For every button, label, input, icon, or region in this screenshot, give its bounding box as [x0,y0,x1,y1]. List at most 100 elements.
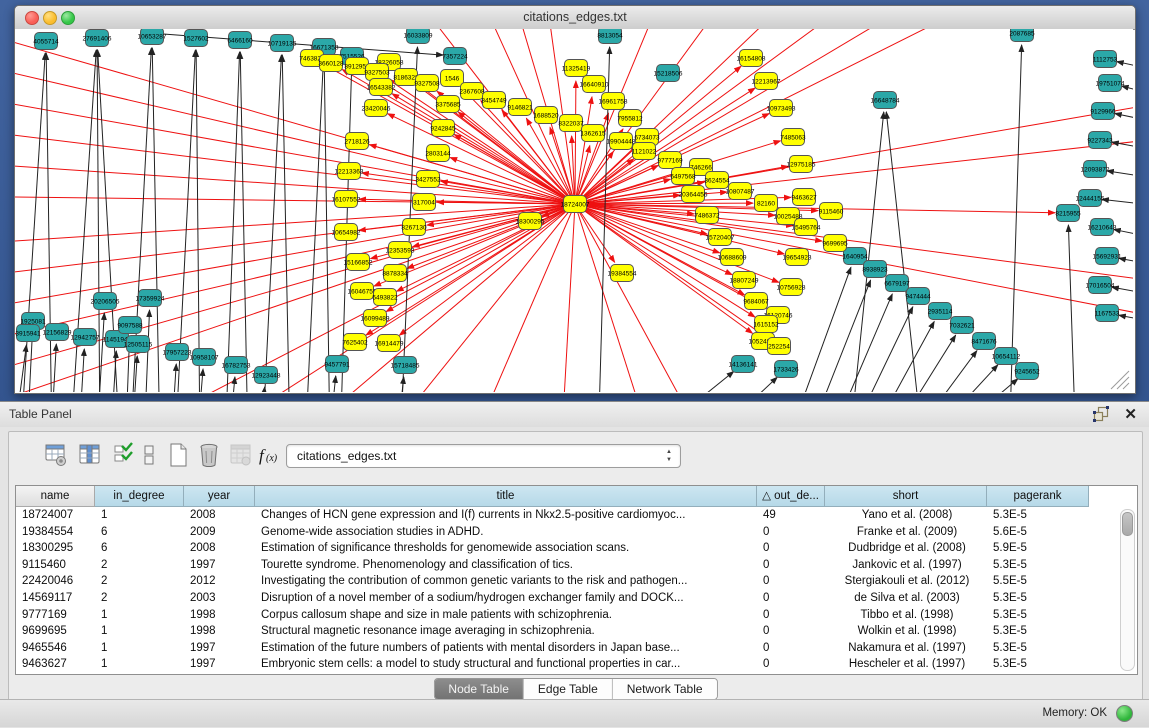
table-row[interactable]: 946362711997Embryonic stem cells: a mode… [16,656,1137,673]
float-panel-button[interactable] [1093,406,1109,422]
table-cell: Franke et al. (2009) [825,524,987,541]
rows-icon [142,442,156,468]
function-builder-button[interactable]: f (x) [257,442,283,468]
graph-node-label: 16782753 [222,362,251,369]
table-row[interactable]: 1872400712008Changes of HCN gene express… [16,507,1137,524]
table-columns-icon [78,442,102,468]
delete-table-disabled-icon [229,442,253,468]
table-row[interactable]: 977716911998Corpus callosum shape and si… [16,607,1137,624]
graph-node-label: 1733426 [773,366,799,373]
table-cell: 0 [757,640,825,657]
table-cell: Investigating the contribution of common… [255,573,757,590]
graph-node-label: 8215955 [1055,210,1081,217]
graph-node-label: 2803144 [425,150,451,157]
table-gear-icon [44,442,68,468]
table-mode-button[interactable] [44,442,68,468]
graph-node-label: 15718485 [391,362,420,369]
graph-node-label: 1688520 [533,112,559,119]
column-header-out_de[interactable]: △ out_de... [757,486,825,507]
graph-node-label: 1615152 [753,321,779,328]
column-header-pagerank[interactable]: pagerank [987,486,1089,507]
table-cell: Disruption of a novel member of a sodium… [255,590,757,607]
graph-node-label: 4055714 [33,38,59,45]
graph-node-label: 7485063 [780,134,806,141]
network-window[interactable]: citations_edges.txt 40557142769140610653… [14,5,1136,394]
network-canvas[interactable]: 4055714276914061065328715276026466160107… [15,29,1133,392]
graph-node-label: 7357224 [442,53,468,60]
table-cell: 19384554 [16,524,95,541]
table-row[interactable]: 1456911722003Disruption of a novel membe… [16,590,1137,607]
table-cell: 6 [95,524,184,541]
table-cell: 0 [757,590,825,607]
graph-node-label: 9097588 [117,322,143,329]
show-columns-button[interactable] [78,442,102,468]
graph-node-label: 16640910 [580,81,609,88]
column-header-short[interactable]: short [825,486,987,507]
tab-network-table[interactable]: Network Table [613,679,717,699]
table-cell: 2008 [184,507,255,524]
row-checklist-button[interactable] [112,442,136,468]
table-cell: 2012 [184,573,255,590]
window-titlebar[interactable]: citations_edges.txt [15,6,1135,30]
column-header-in_degree[interactable]: in_degree [95,486,184,507]
table-cell: de Silva et al. (2003) [825,590,987,607]
table-cell: 5.3E-5 [987,656,1089,673]
column-header-name[interactable]: name [16,486,95,507]
close-panel-button[interactable]: ✕ [1124,405,1137,423]
scrollbar-thumb[interactable] [1122,512,1133,536]
graph-node-label: 12353593 [386,247,415,254]
graph-node-label: 12156829 [43,329,72,336]
table-row[interactable]: 2242004622012Investigating the contribut… [16,573,1137,590]
table-row[interactable]: 1830029562008Estimation of significance … [16,540,1137,557]
table-cell: 0 [757,573,825,590]
graph-node-label: 14136141 [729,361,758,368]
graph-node-label: 16914479 [375,340,404,347]
new-table-button[interactable] [166,442,190,468]
table-cell: 1 [95,623,184,640]
tab-node-table[interactable]: Node Table [434,679,524,699]
tab-edge-table[interactable]: Edge Table [524,679,613,699]
rows-button[interactable] [142,442,156,468]
table-row[interactable]: 946554611997Estimation of the future num… [16,640,1137,657]
table-cell: Estimation of the future numbers of pati… [255,640,757,657]
graph-node-label: 8454749 [481,97,507,104]
graph-node-label: 27691406 [83,35,112,42]
table-cell: 0 [757,557,825,574]
graph-node-label: 6679197 [884,280,910,287]
graph-node-label: 7032621 [949,322,975,329]
table-cell: 0 [757,656,825,673]
graph-node-label: 19384554 [608,270,637,277]
checklist-icon [112,442,136,468]
function-icon: f (x) [257,442,283,468]
table-cell: 18724007 [16,507,95,524]
table-cell: 2009 [184,524,255,541]
graph-node-label: 9474444 [905,293,931,300]
table-header-row: namein_degreeyeartitle△ out_de...shortpa… [16,486,1137,507]
graph-node-label: 10719135 [268,40,297,47]
table-cell: 5.9E-5 [987,540,1089,557]
table-selector-value: citations_edges.txt [297,449,396,463]
graph-node-label: 1362615 [580,130,606,137]
graph-node-label: 9777169 [657,157,683,164]
table-cell: 5.3E-5 [987,557,1089,574]
graph-node-label: 7486372 [694,212,720,219]
table-scrollbar[interactable] [1120,509,1135,671]
delete-rows-button[interactable] [197,442,221,468]
table-row[interactable]: 1938455462009Genome-wide association stu… [16,524,1137,541]
table-cell: 5.3E-5 [987,507,1089,524]
table-cell: Wolkin et al. (1998) [825,623,987,640]
table-cell: 9777169 [16,607,95,624]
column-header-title[interactable]: title [255,486,757,507]
graph-node-label: 12505115 [124,341,153,348]
graph-node-label: 3624554 [704,177,730,184]
table-cell: 0 [757,623,825,640]
table-row[interactable]: 911546021997Tourette syndrome. Phenomeno… [16,557,1137,574]
table-row[interactable]: 969969511998Structural magnetic resonanc… [16,623,1137,640]
graph-node-label: 17016504 [1086,282,1115,289]
graph-node-label: 3427552 [415,176,441,183]
table-cell: 2 [95,557,184,574]
table-selector-dropdown[interactable]: citations_edges.txt ▲▼ [286,444,681,468]
column-header-year[interactable]: year [184,486,255,507]
table-cell: Hescheler et al. (1997) [825,656,987,673]
table-panel: Table Panel ✕ [0,401,1149,728]
